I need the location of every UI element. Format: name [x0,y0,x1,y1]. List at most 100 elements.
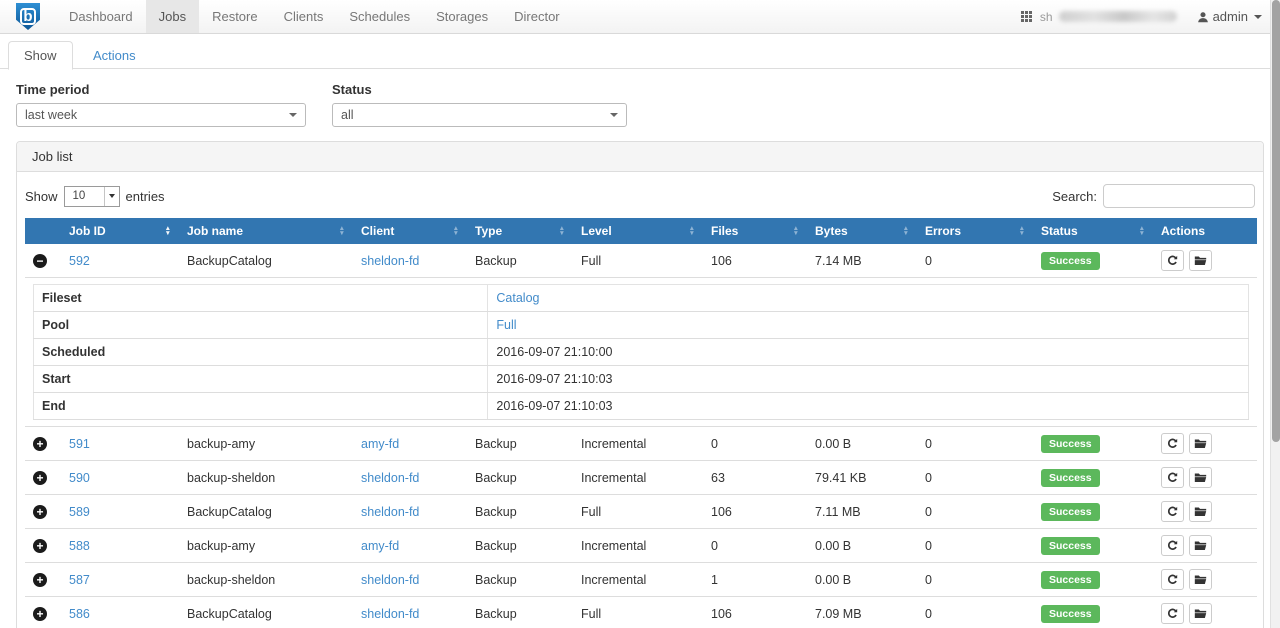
detail-row: Start 2016-09-07 21:10:03 [34,366,1249,393]
detail-label: Pool [34,312,488,339]
expand-row-icon[interactable]: + [33,471,47,485]
sort-icon[interactable]: ▲▼ [1139,227,1145,236]
show-label: Show [25,189,58,204]
vertical-scrollbar[interactable] [1270,0,1280,628]
tab-show[interactable]: Show [8,41,73,70]
job-name-cell: backup-amy [179,427,353,461]
detail-label: Fileset [34,285,488,312]
search-control: Search: [1052,184,1255,208]
restart-icon [1167,438,1178,449]
restart-job-button[interactable] [1161,535,1184,556]
restore-job-button[interactable] [1189,250,1212,271]
client-link[interactable]: sheldon-fd [361,505,419,519]
restore-job-button[interactable] [1189,433,1212,454]
column-header[interactable] [25,218,61,244]
table-row: + 589 BackupCatalog sheldon-fd Backup Fu… [25,495,1257,529]
client-link[interactable]: sheldon-fd [361,471,419,485]
scrollbar-thumb[interactable] [1272,0,1280,442]
panel-body: Show 10 entries Search: Job ID▲▼ [17,172,1263,628]
job-name-cell: BackupCatalog [179,244,353,278]
client-link[interactable]: amy-fd [361,539,399,553]
status-value: all [341,108,354,122]
column-header-status[interactable]: Status▲▼ [1033,218,1153,244]
expand-row-icon[interactable]: + [33,607,47,621]
sort-icon[interactable]: ▲▼ [689,227,695,236]
tab-actions[interactable]: Actions [77,41,152,70]
nav-item-director[interactable]: Director [501,0,573,33]
search-input[interactable] [1103,184,1255,208]
client-link[interactable]: sheldon-fd [361,607,419,621]
job-id-link[interactable]: 589 [69,505,90,519]
job-type-cell: Backup [467,529,573,563]
apps-grid-icon[interactable] [1021,11,1032,22]
restore-job-button[interactable] [1189,569,1212,590]
job-id-link[interactable]: 591 [69,437,90,451]
nav-item-dashboard[interactable]: Dashboard [56,0,146,33]
sort-icon[interactable]: ▲▼ [453,227,459,236]
job-type-cell: Backup [467,495,573,529]
sort-icon[interactable]: ▲▼ [1019,227,1025,236]
column-header-bytes[interactable]: Bytes▲▼ [807,218,917,244]
page-length-select[interactable]: 10 [64,186,120,207]
client-link[interactable]: sheldon-fd [361,573,419,587]
chevron-down-icon [104,187,119,206]
sort-icon[interactable]: ▲▼ [559,227,565,236]
column-header-files[interactable]: Files▲▼ [703,218,807,244]
detail-value-link[interactable]: Catalog [496,291,539,305]
job-id-link[interactable]: 587 [69,573,90,587]
column-header-job-name[interactable]: Job name▲▼ [179,218,353,244]
nav-item-schedules[interactable]: Schedules [336,0,423,33]
job-id-link[interactable]: 592 [69,254,90,268]
restart-job-button[interactable] [1161,433,1184,454]
column-header-errors[interactable]: Errors▲▼ [917,218,1033,244]
nav-item-storages[interactable]: Storages [423,0,501,33]
restart-job-button[interactable] [1161,250,1184,271]
restore-job-button[interactable] [1189,467,1212,488]
job-type-cell: Backup [467,244,573,278]
restore-job-button[interactable] [1189,603,1212,624]
expand-row-icon[interactable]: + [33,539,47,553]
column-header-type[interactable]: Type▲▼ [467,218,573,244]
restart-icon [1167,540,1178,551]
job-id-link[interactable]: 586 [69,607,90,621]
user-menu[interactable]: admin [1197,9,1262,24]
client-link[interactable]: sheldon-fd [361,254,419,268]
expand-row-icon[interactable]: − [33,254,47,268]
restore-job-button[interactable] [1189,501,1212,522]
nav-item-jobs[interactable]: Jobs [146,0,199,33]
job-table-head: Job ID▲▼Job name▲▼Client▲▼Type▲▼Level▲▼F… [25,218,1257,244]
status-badge: Success [1041,503,1100,521]
job-type-cell: Backup [467,563,573,597]
sort-icon[interactable]: ▲▼ [339,227,345,236]
time-period-select[interactable]: last week [16,103,306,127]
detail-value-link[interactable]: Full [496,318,516,332]
restart-job-button[interactable] [1161,569,1184,590]
sort-icon[interactable]: ▲▼ [793,227,799,236]
restore-job-button[interactable] [1189,535,1212,556]
sort-icon[interactable]: ▲▼ [903,227,909,236]
restart-job-button[interactable] [1161,501,1184,522]
expand-row-icon[interactable]: + [33,437,47,451]
column-header-client[interactable]: Client▲▼ [353,218,467,244]
restart-job-button[interactable] [1161,603,1184,624]
job-table-body: − 592 BackupCatalog sheldon-fd Backup Fu… [25,244,1257,628]
sort-icon[interactable]: ▲▼ [165,227,171,236]
status-select[interactable]: all [332,103,627,127]
expand-row-icon[interactable]: + [33,505,47,519]
nav-item-clients[interactable]: Clients [271,0,337,33]
app-logo[interactable]: b [0,0,56,33]
expand-row-icon[interactable]: + [33,573,47,587]
restart-job-button[interactable] [1161,467,1184,488]
column-header-job-id[interactable]: Job ID▲▼ [61,218,179,244]
restart-icon [1167,506,1178,517]
filters-row: Time period last week Status all [0,69,1280,127]
nav-item-restore[interactable]: Restore [199,0,271,33]
job-files-cell: 0 [703,529,807,563]
job-id-link[interactable]: 588 [69,539,90,553]
baculum-jobs-page: b DashboardJobsRestoreClientsSchedulesSt… [0,0,1280,628]
column-header-actions[interactable]: Actions [1153,218,1257,244]
detail-value: 2016-09-07 21:10:03 [488,393,1249,420]
column-header-level[interactable]: Level▲▼ [573,218,703,244]
client-link[interactable]: amy-fd [361,437,399,451]
job-id-link[interactable]: 590 [69,471,90,485]
